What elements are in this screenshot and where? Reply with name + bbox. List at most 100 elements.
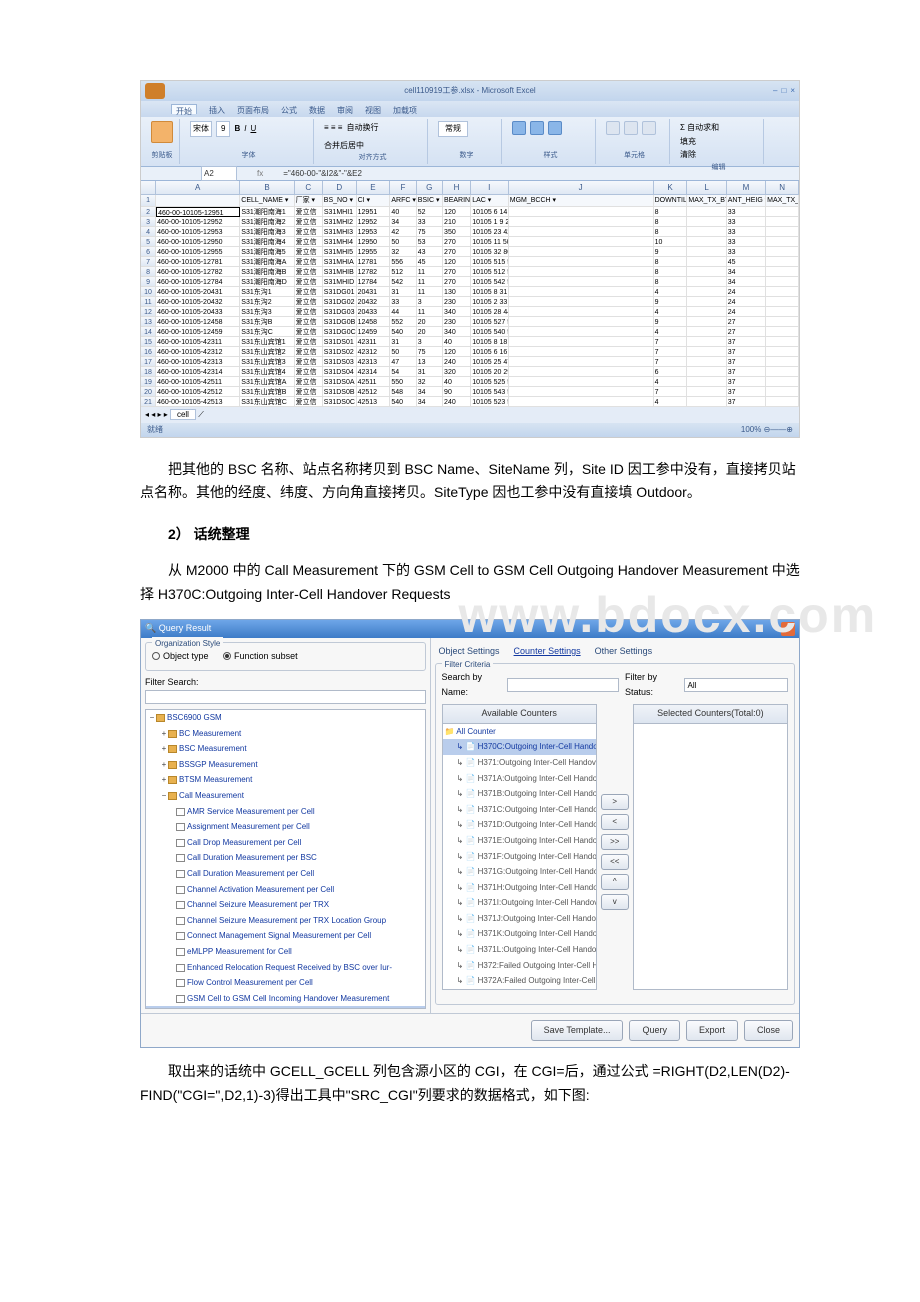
table-row[interactable]: 5460-00-10105-12950S31潮阳南海4爱立信S31MHI4129… <box>141 237 799 247</box>
counter-item[interactable]: ↳ 📄 H371I:Outgoing Inter-Cell Handover C… <box>443 895 596 911</box>
counter-item[interactable]: ↳ 📄 H371J:Outgoing Inter-Cell Handover C… <box>443 911 596 927</box>
paste-icon[interactable] <box>151 121 173 143</box>
available-counters[interactable]: Available Counters 📁 All Counter ↳ 📄 H37… <box>442 704 597 990</box>
counter-item[interactable]: ↳ 📄 H371E:Outgoing Inter-Cell Handover C… <box>443 833 596 849</box>
tree-leaf[interactable]: Flow Control Measurement per Cell <box>146 975 425 991</box>
close-button[interactable]: Close <box>744 1020 793 1041</box>
counter-item[interactable]: ↳ 📄 H372:Failed Outgoing Inter-Cell Hand… <box>443 958 596 974</box>
tree-leaf[interactable]: eMLPP Measurement for Cell <box>146 944 425 960</box>
col-header[interactable]: M <box>727 181 766 194</box>
col-header[interactable]: E <box>357 181 391 194</box>
tree-leaf[interactable]: Enhanced Relocation Request Received by … <box>146 960 425 976</box>
col-header[interactable]: J <box>509 181 654 194</box>
export-button[interactable]: Export <box>686 1020 738 1041</box>
filter-status-select[interactable]: All <box>684 678 788 692</box>
tree-leaf[interactable]: Call Drop Measurement per Cell <box>146 835 425 851</box>
table-row[interactable]: 12460-00-10105-20433S31东沟3爱立信S31DG032043… <box>141 307 799 317</box>
ribbon-tab[interactable]: 数据 <box>309 104 325 114</box>
table-row[interactable]: 7460-00-10105-12781S31潮阳南海A爱立信S31MHIA127… <box>141 257 799 267</box>
col-header[interactable]: F <box>390 181 416 194</box>
name-box[interactable]: A2 <box>201 166 237 182</box>
filter-search-input[interactable] <box>145 690 426 704</box>
counter-item[interactable]: ↳ 📄 H371L:Outgoing Inter-Cell Handover C… <box>443 942 596 958</box>
counter-item[interactable]: ↳ 📄 H372A:Failed Outgoing Inter-Cell Han… <box>443 973 596 989</box>
counter-item[interactable]: ↳ 📄 H371F:Outgoing Inter-Cell Handover C… <box>443 849 596 865</box>
search-by-name-input[interactable] <box>507 678 619 692</box>
counter-item[interactable]: ↳ 📄 H371B:Outgoing Inter-Cell Handover C… <box>443 786 596 802</box>
tree-leaf[interactable]: Connect Management Signal Measurement pe… <box>146 928 425 944</box>
table-row[interactable]: 6460-00-10105-12955S31潮阳南海5爱立信S31MHI5129… <box>141 247 799 257</box>
ribbon-tab[interactable]: 审阅 <box>337 104 353 114</box>
col-header[interactable]: C <box>295 181 323 194</box>
selected-counters[interactable]: Selected Counters(Total:0) <box>633 704 788 990</box>
tree-leaf[interactable]: Channel Seizure Measurement per TRX <box>146 897 425 913</box>
col-header[interactable]: A <box>156 181 240 194</box>
transfer-button[interactable]: > <box>601 794 629 810</box>
table-row[interactable]: 13460-00-10105-12458S31东沟B爱立信S31DG0B1245… <box>141 317 799 327</box>
table-row[interactable]: 9460-00-10105-12784S31潮阳南海D爱立信S31MHID127… <box>141 277 799 287</box>
tree-leaf[interactable]: Call Duration Measurement per BSC <box>146 850 425 866</box>
tab-other-settings[interactable]: Other Settings <box>595 644 653 659</box>
table-row[interactable]: 14460-00-10105-12459S31东沟C爱立信S31DG0C1245… <box>141 327 799 337</box>
table-row[interactable]: 19460-00-10105-42511S31东山宾馆A爱立信S31DS0A42… <box>141 377 799 387</box>
table-row[interactable]: 10460-00-10105-20431S31东沟1爱立信S31DG012043… <box>141 287 799 297</box>
radio-object-type[interactable]: Object type <box>152 649 209 664</box>
col-header[interactable]: L <box>687 181 726 194</box>
autowrap[interactable]: 自动换行 <box>346 121 378 135</box>
table-row[interactable]: 8460-00-10105-12782S31潮阳南海B爱立信S31MHIB127… <box>141 267 799 277</box>
counter-item[interactable]: ↳ 📄 H371H:Outgoing Inter-Cell Handover C… <box>443 880 596 896</box>
counter-item[interactable]: ↳ 📄 H371A:Outgoing Inter-Cell Handover C… <box>443 771 596 787</box>
font-select[interactable]: 宋体 <box>190 121 212 137</box>
col-header[interactable]: I <box>471 181 509 194</box>
close-icon[interactable]: × <box>790 84 795 98</box>
col-header[interactable]: B <box>240 181 294 194</box>
measurement-tree[interactable]: −BSC6900 GSM+BC Measurement+BSC Measurem… <box>145 709 426 1009</box>
col-header[interactable]: G <box>417 181 443 194</box>
minimize-icon[interactable]: – <box>773 84 777 98</box>
counter-item[interactable]: ↳ 📄 H372B:Failed Outgoing Inter-Cell Han… <box>443 989 596 991</box>
fx-icon[interactable]: fx <box>257 167 263 181</box>
sheet-tab[interactable]: cell <box>170 409 196 420</box>
table-row[interactable]: 18460-00-10105-42314S31东山宾馆4爱立信S31DS0442… <box>141 367 799 377</box>
counter-item[interactable]: ↳ 📄 H371:Outgoing Inter-Cell Handover Co… <box>443 755 596 771</box>
formula-text[interactable]: ="460-00-"&I2&"-"&E2 <box>283 167 362 181</box>
radio-function-subset[interactable]: Function subset <box>223 649 298 664</box>
col-header[interactable]: K <box>654 181 688 194</box>
col-header[interactable]: N <box>766 181 799 194</box>
ribbon-tab[interactable]: 插入 <box>209 104 225 114</box>
col-header[interactable]: D <box>323 181 357 194</box>
save-template-button[interactable]: Save Template... <box>531 1020 624 1041</box>
maximize-icon[interactable]: □ <box>781 84 786 98</box>
counter-item[interactable]: ↳ 📄 H371D:Outgoing Inter-Cell Handover C… <box>443 817 596 833</box>
table-row[interactable]: 20460-00-10105-42512S31东山宾馆B爱立信S31DS0B42… <box>141 387 799 397</box>
transfer-button[interactable]: << <box>601 854 629 870</box>
tree-leaf[interactable]: Assignment Measurement per Cell <box>146 819 425 835</box>
ribbon-tab[interactable]: 加载项 <box>393 104 417 114</box>
counter-item[interactable]: ↳ 📄 H370C:Outgoing Inter-Cell Handover R… <box>443 739 596 755</box>
tab-counter-settings[interactable]: Counter Settings <box>514 644 581 659</box>
ribbon-tab[interactable]: 视图 <box>365 104 381 114</box>
table-row[interactable]: 2460-00-10105-12951S31潮阳南海1爱立信S31MHI1129… <box>141 207 799 217</box>
tree-leaf[interactable]: Call Duration Measurement per Cell <box>146 866 425 882</box>
table-row[interactable]: 4460-00-10105-12953S31潮阳南海3爱立信S31MHI3129… <box>141 227 799 237</box>
table-row[interactable]: 3460-00-10105-12952S31潮阳南海2爱立信S31MHI2129… <box>141 217 799 227</box>
transfer-button[interactable]: v <box>601 894 629 910</box>
counter-item[interactable]: ↳ 📄 H371G:Outgoing Inter-Cell Handover C… <box>443 864 596 880</box>
table-row[interactable]: 11460-00-10105-20432S31东沟2爱立信S31DG022043… <box>141 297 799 307</box>
ribbon-tab[interactable]: 页面布局 <box>237 104 269 114</box>
query-button[interactable]: Query <box>629 1020 680 1041</box>
table-row[interactable]: 15460-00-10105-42311S31东山宾馆1爱立信S31DS0142… <box>141 337 799 347</box>
counter-item[interactable]: ↳ 📄 H371C:Outgoing Inter-Cell Handover C… <box>443 802 596 818</box>
tree-leaf[interactable]: Channel Activation Measurement per Cell <box>146 882 425 898</box>
close-icon[interactable]: × <box>781 622 795 636</box>
transfer-button[interactable]: >> <box>601 834 629 850</box>
ribbon-tab[interactable]: 公式 <box>281 104 297 114</box>
table-row[interactable]: 17460-00-10105-42313S31东山宾馆3爱立信S31DS0342… <box>141 357 799 367</box>
col-header[interactable]: H <box>443 181 471 194</box>
tree-leaf[interactable]: Channel Seizure Measurement per TRX Loca… <box>146 913 425 929</box>
tab-object-settings[interactable]: Object Settings <box>439 644 500 659</box>
font-size[interactable]: 9 <box>216 121 230 137</box>
tree-leaf[interactable]: GSM Cell to GSM Cell Outgoing Handover M… <box>146 1006 425 1009</box>
tree-leaf[interactable]: GSM Cell to GSM Cell Incoming Handover M… <box>146 991 425 1007</box>
ribbon-tab[interactable]: 开始 <box>171 104 197 114</box>
